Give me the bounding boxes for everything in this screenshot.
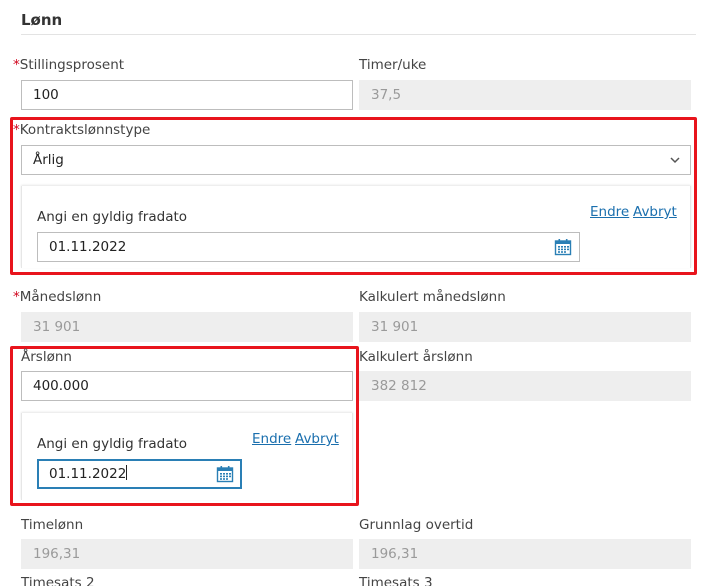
kontraktslonnstype-value: Årlig bbox=[33, 152, 64, 168]
calendar-icon[interactable] bbox=[216, 465, 234, 483]
timelonn-label: Timelønn bbox=[21, 517, 84, 533]
stillingsprosent-label: *Stillingsprosent bbox=[13, 57, 125, 73]
section-title: Lønn bbox=[21, 11, 63, 29]
kontraktslonnstype-label: *Kontraktslønnstype bbox=[13, 122, 151, 138]
endre-link[interactable]: Endre bbox=[590, 204, 629, 220]
kalkulert-manedslonn-label: Kalkulert månedslønn bbox=[359, 289, 506, 305]
text-caret bbox=[126, 465, 128, 480]
timer-uke-field: 37,5 bbox=[359, 80, 691, 110]
required-marker: * bbox=[13, 122, 20, 138]
kalkulert-arslonn-label: Kalkulert årslønn bbox=[359, 349, 473, 365]
fradato-value: 01.11.2022 bbox=[49, 239, 127, 255]
calendar-icon[interactable] bbox=[554, 238, 572, 256]
fradato-input-focused[interactable]: 01.11.2022 bbox=[37, 459, 242, 489]
timelonn-field: 196,31 bbox=[21, 539, 353, 569]
kalkulert-arslonn-field: 382 812 bbox=[359, 371, 691, 401]
avbryt-link[interactable]: Avbryt bbox=[633, 204, 677, 220]
kalkulert-manedslonn-field: 31 901 bbox=[359, 312, 691, 342]
grunnlag-overtid-label: Grunnlag overtid bbox=[359, 517, 474, 533]
endre-link[interactable]: Endre bbox=[252, 431, 291, 447]
chevron-down-icon[interactable] bbox=[668, 153, 682, 167]
timer-uke-label: Timer/uke bbox=[359, 57, 427, 73]
arslonn-label: Årslønn bbox=[21, 349, 72, 365]
timesats2-label: Timesats 2 bbox=[21, 575, 95, 586]
fradato-input[interactable]: 01.11.2022 bbox=[37, 232, 580, 262]
required-marker: * bbox=[13, 57, 20, 73]
fradato-label: Angi en gyldig fradato bbox=[37, 436, 188, 452]
required-marker: * bbox=[13, 289, 20, 305]
manedslonn-label: *Månedslønn bbox=[13, 289, 102, 305]
stillingsprosent-input[interactable]: 100 bbox=[21, 80, 353, 110]
grunnlag-overtid-field: 196,31 bbox=[359, 539, 691, 569]
avbryt-link[interactable]: Avbryt bbox=[295, 431, 339, 447]
manedslonn-field: 31 901 bbox=[21, 312, 353, 342]
section-divider bbox=[21, 34, 696, 35]
fradato-value: 01.11.2022 bbox=[49, 466, 127, 482]
arslonn-input[interactable]: 400.000 bbox=[21, 371, 353, 401]
kontraktslonnstype-select[interactable]: Årlig bbox=[21, 145, 691, 175]
timesats3-label: Timesats 3 bbox=[359, 575, 433, 586]
fradato-label: Angi en gyldig fradato bbox=[37, 209, 188, 225]
